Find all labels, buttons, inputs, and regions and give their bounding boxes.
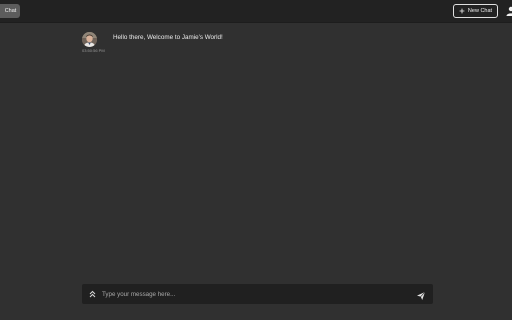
message-input[interactable]: [102, 288, 402, 300]
message-timestamp: 03:50:56 PM: [82, 48, 105, 53]
send-button[interactable]: [416, 289, 426, 300]
new-chat-label: New Chat: [467, 8, 493, 14]
plus-icon: [459, 8, 465, 14]
chevron-double-up-icon[interactable]: [89, 290, 96, 298]
chat-page: Chat New Chat 03:50:56 PM Hello there, W…: [0, 0, 512, 320]
top-bar: Chat New Chat: [0, 0, 512, 23]
avatar-image: [82, 32, 97, 47]
new-chat-button[interactable]: New Chat: [453, 4, 498, 18]
tab-chat[interactable]: Chat: [0, 4, 20, 18]
message-composer: [82, 284, 433, 304]
avatar: [82, 32, 97, 47]
message-item: 03:50:56 PM Hello there, Welcome to Jami…: [82, 32, 382, 56]
user-icon[interactable]: [506, 6, 512, 16]
send-icon: [417, 291, 426, 300]
message-text: Hello there, Welcome to Jamie's World!: [113, 34, 223, 41]
